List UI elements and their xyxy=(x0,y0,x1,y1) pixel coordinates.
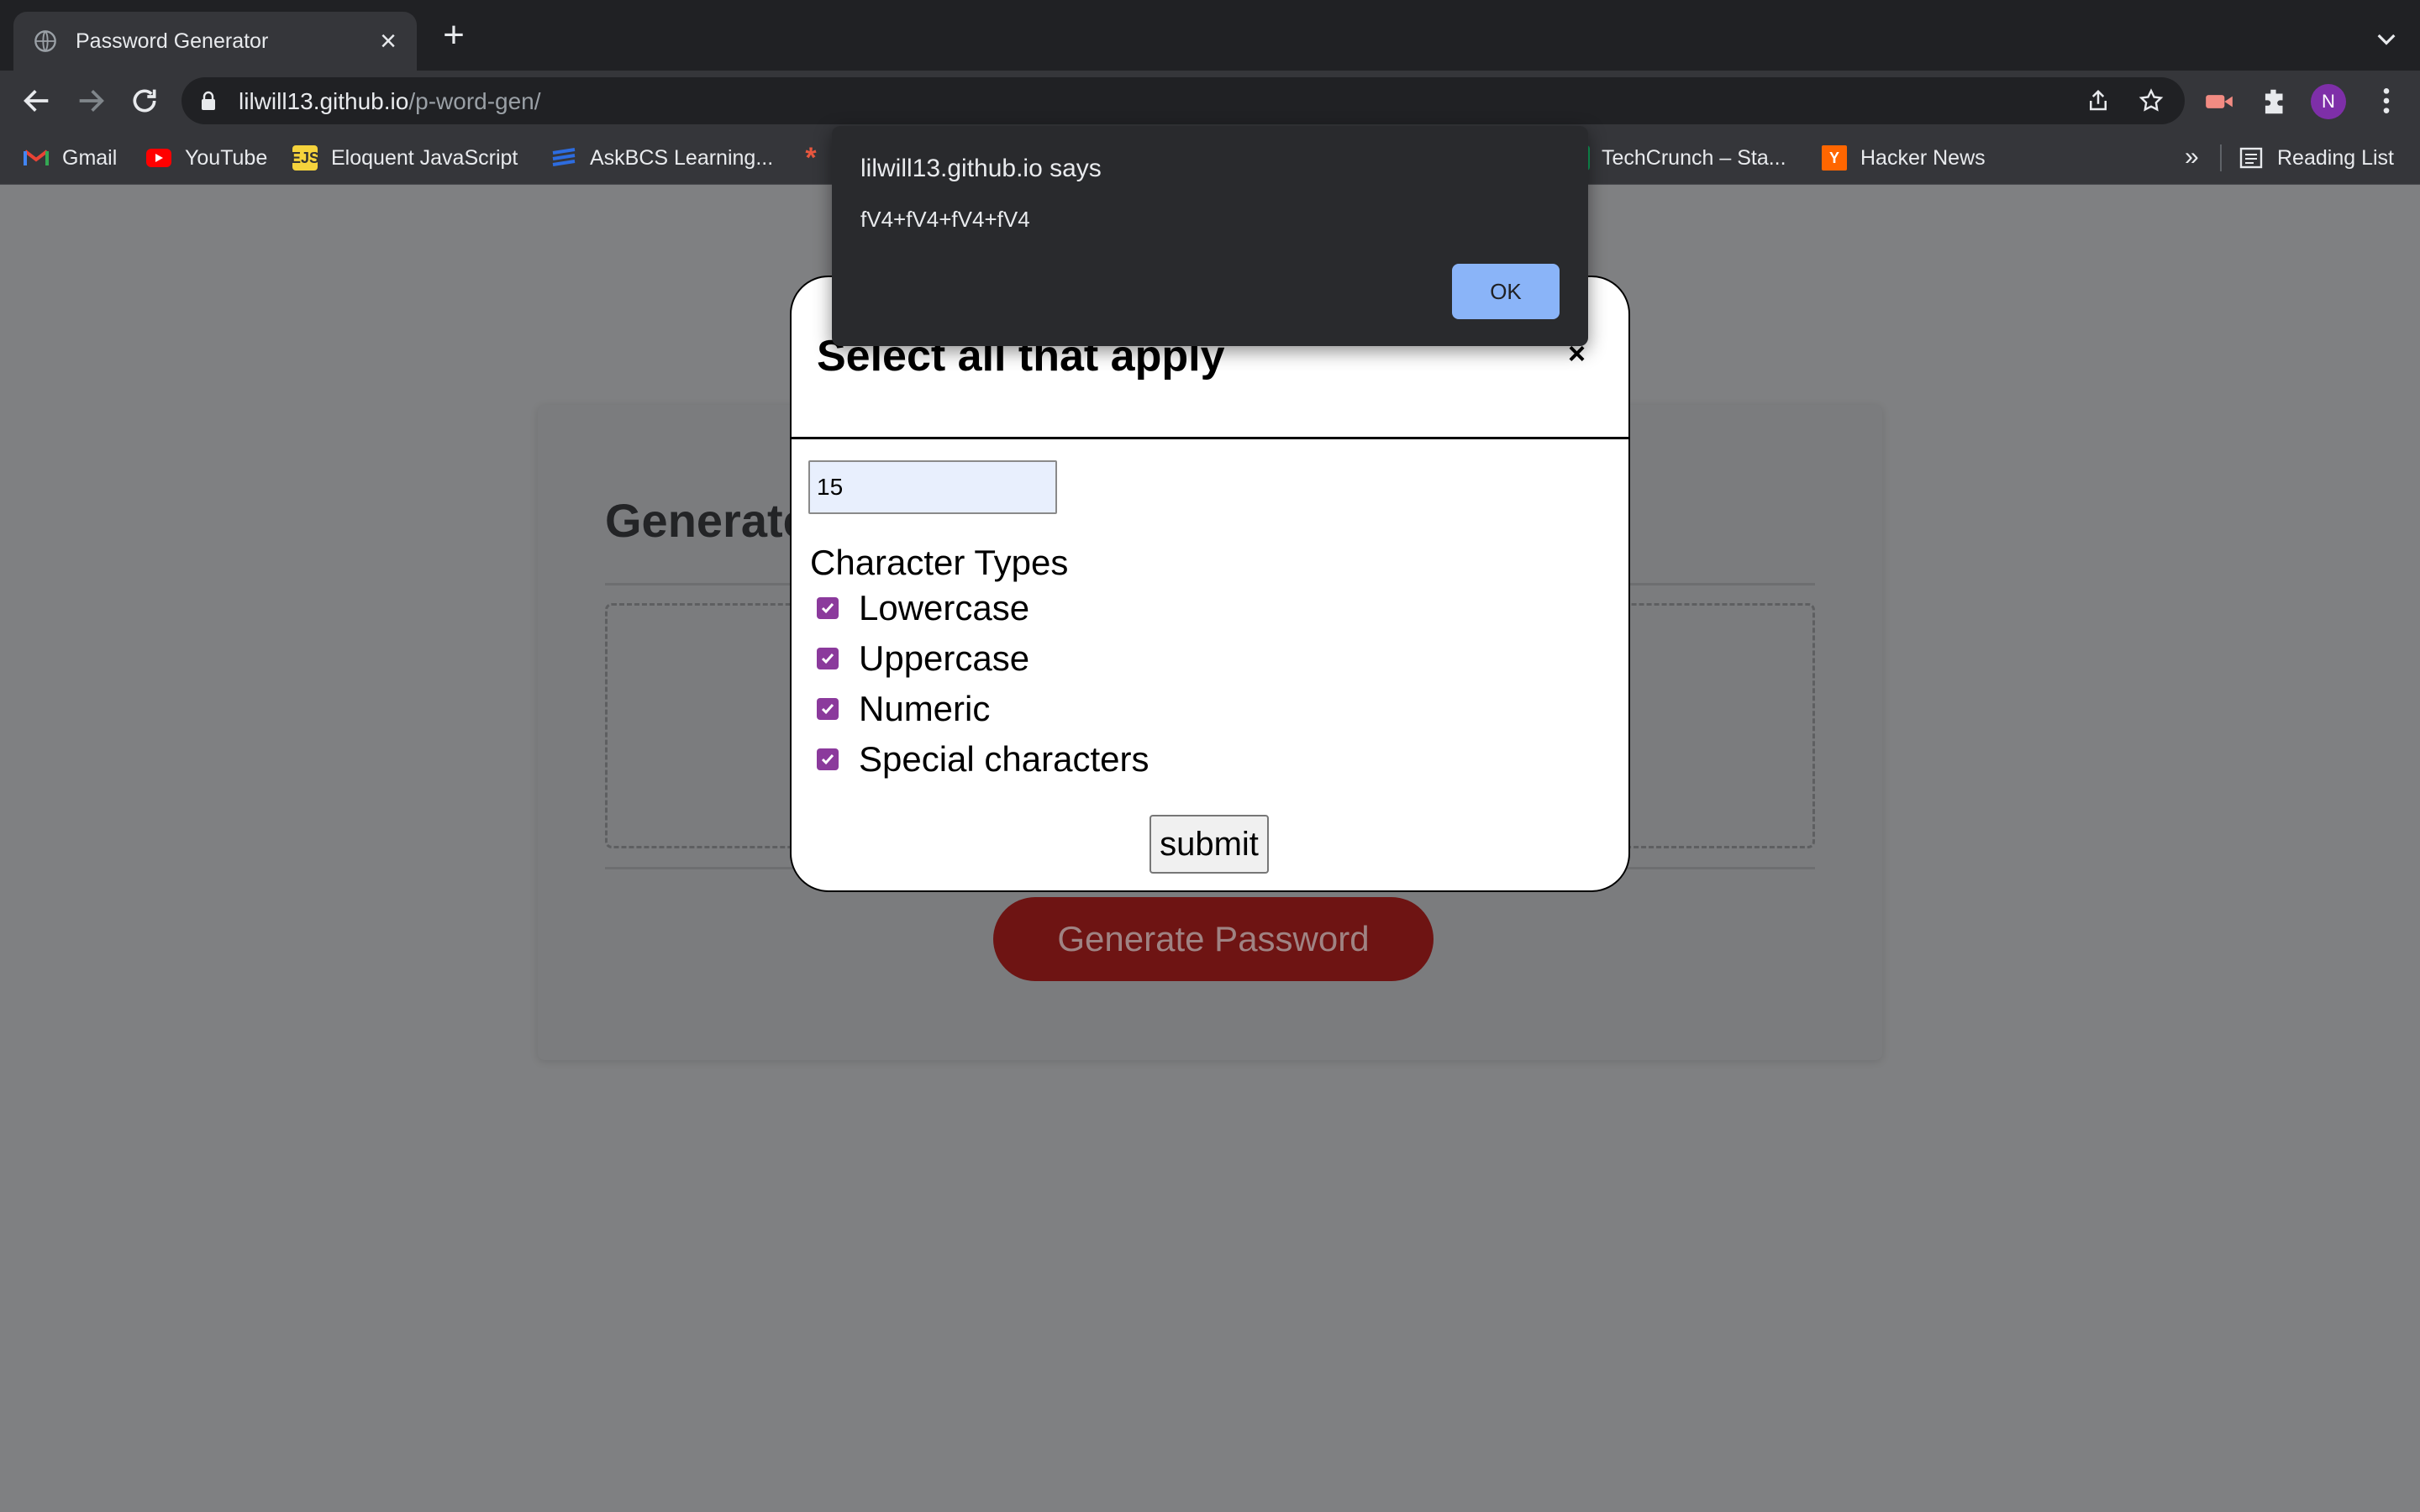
bookmark-hacker-news[interactable]: Y Hacker News xyxy=(1822,143,1986,173)
bookmark-label: Hacker News xyxy=(1860,145,1986,170)
back-icon[interactable] xyxy=(20,84,54,118)
ejs-icon: EJS xyxy=(291,145,319,171)
reload-icon[interactable] xyxy=(128,84,161,118)
new-tab-icon[interactable]: + xyxy=(437,17,471,54)
tab-search-icon[interactable] xyxy=(2373,25,2400,52)
address-bar[interactable]: lilwill13.github.io/p-word-gen/ xyxy=(182,77,2185,124)
bookmarks-divider xyxy=(2220,144,2222,171)
tab-strip: Password Generator × + xyxy=(0,0,2420,71)
lock-icon[interactable] xyxy=(200,91,217,111)
gmail-icon xyxy=(24,145,49,171)
alert-origin: lilwill13.github.io says xyxy=(860,155,1102,182)
reading-list-icon xyxy=(2238,145,2264,171)
bookmark-label: TechCrunch – Sta... xyxy=(1602,145,1786,170)
browser-tab[interactable]: Password Generator × xyxy=(13,12,417,71)
numeric-label: Numeric xyxy=(859,689,991,728)
bookmark-label: YouTube xyxy=(185,145,268,170)
extension-recorder-icon[interactable] xyxy=(2203,86,2235,118)
menu-kebab-icon[interactable] xyxy=(2370,84,2403,118)
bookmark-youtube[interactable]: YouTube xyxy=(146,143,267,173)
reading-list[interactable]: Reading List xyxy=(2238,143,2394,173)
numeric-checkbox[interactable] xyxy=(817,698,839,720)
bookmark-label: Gmail xyxy=(62,145,118,170)
tab-close-icon[interactable]: × xyxy=(380,27,397,55)
askbcs-icon xyxy=(551,145,576,171)
card-heading: Generate xyxy=(605,494,809,547)
more-bookmarks-chevron-icon[interactable]: » xyxy=(2185,143,2199,171)
submit-button[interactable]: submit xyxy=(1150,815,1269,874)
url-host: lilwill13.github.io xyxy=(239,88,409,114)
bookmark-askbcs[interactable]: AskBCS Learning... xyxy=(551,143,773,173)
lowercase-label: Lowercase xyxy=(859,588,1030,627)
alert-dialog: lilwill13.github.io says fV4+fV4+fV4+fV4… xyxy=(832,126,1588,346)
checkmark-icon xyxy=(821,754,834,765)
password-length-input[interactable] xyxy=(808,460,1057,514)
asterisk-icon: * xyxy=(805,141,817,174)
bookmark-star-icon[interactable] xyxy=(2138,87,2165,114)
bookmark-techcrunch[interactable]: TechCrunch – Sta... xyxy=(1580,143,1786,173)
forward-icon[interactable] xyxy=(74,84,108,118)
hacker-news-icon: Y xyxy=(1822,145,1847,171)
alert-message: fV4+fV4+fV4+fV4 xyxy=(860,207,1030,232)
browser-toolbar: lilwill13.github.io/p-word-gen/ N xyxy=(0,71,2420,131)
reading-list-label: Reading List xyxy=(2277,145,2394,170)
bookmark-eloquent-javascript[interactable]: EJS Eloquent JavaScript xyxy=(291,143,518,173)
url-text[interactable]: lilwill13.github.io/p-word-gen/ xyxy=(239,88,541,115)
bookmark-gmail[interactable]: Gmail xyxy=(24,143,117,173)
lowercase-option[interactable]: Lowercase xyxy=(817,588,1029,628)
profile-avatar[interactable]: N xyxy=(2311,84,2346,119)
checkmark-icon xyxy=(821,704,834,715)
bookmark-label: Eloquent JavaScript xyxy=(331,145,518,170)
alert-ok-button[interactable]: OK xyxy=(1452,264,1560,319)
bookmark-label: AskBCS Learning... xyxy=(590,145,774,170)
youtube-icon xyxy=(146,149,171,167)
checkmark-icon xyxy=(821,603,834,614)
url-path: /p-word-gen/ xyxy=(408,88,541,114)
special-characters-checkbox[interactable] xyxy=(817,748,839,770)
generate-password-button[interactable]: Generate Password xyxy=(993,897,1434,981)
uppercase-checkbox[interactable] xyxy=(817,648,839,669)
lowercase-checkbox[interactable] xyxy=(817,597,839,619)
checkmark-icon xyxy=(821,654,834,664)
special-characters-label: Special characters xyxy=(859,739,1150,779)
extensions-puzzle-icon[interactable] xyxy=(2259,86,2291,118)
uppercase-option[interactable]: Uppercase xyxy=(817,638,1029,679)
numeric-option[interactable]: Numeric xyxy=(817,689,990,729)
globe-icon xyxy=(34,30,56,52)
special-characters-option[interactable]: Special characters xyxy=(817,739,1150,780)
share-icon[interactable] xyxy=(2086,88,2111,113)
character-options-modal: Select all that apply × Character Types … xyxy=(790,276,1630,892)
modal-divider xyxy=(792,437,1628,439)
character-types-label: Character Types xyxy=(810,543,1069,582)
uppercase-label: Uppercase xyxy=(859,638,1030,678)
tab-title: Password Generator xyxy=(76,29,269,53)
